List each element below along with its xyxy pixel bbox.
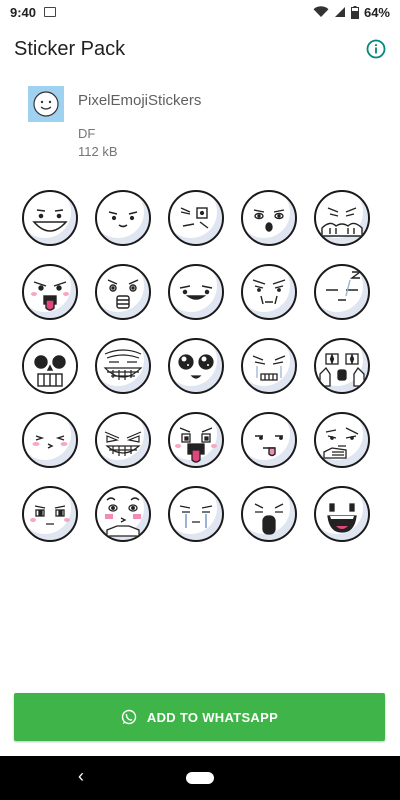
add-to-whatsapp-label: ADD TO WHATSAPP [146, 709, 279, 725]
page-title: Sticker Pack [14, 37, 126, 60]
sticker-surprised[interactable] [95, 264, 151, 320]
sticker-sleepy[interactable] [314, 264, 370, 320]
sticker-teary[interactable] [168, 486, 224, 542]
app-bar: Sticker Pack [0, 24, 400, 74]
info-icon[interactable] [366, 39, 386, 59]
sticker-trollface[interactable] [95, 338, 151, 394]
status-icons: 64% [313, 5, 390, 20]
sticker-facepalm[interactable] [314, 190, 370, 246]
sticker-smirk[interactable] [95, 190, 151, 246]
home-pill[interactable] [186, 772, 214, 784]
sticker-evil-grin[interactable] [95, 412, 151, 468]
sticker-skull[interactable] [22, 338, 78, 394]
pack-header: PixelEmojiStickers DF 112 kB [28, 86, 368, 166]
pack-size: 112 kB [78, 144, 118, 159]
sticker-smug[interactable] [168, 264, 224, 320]
status-bar: 9:40 64% [0, 0, 400, 24]
sticker-sparkle-eyes[interactable] [168, 338, 224, 394]
sticker-worried[interactable] [168, 190, 224, 246]
sticker-crying[interactable] [241, 338, 297, 394]
whatsapp-icon [121, 709, 137, 725]
sticker-laughing[interactable] [314, 486, 370, 542]
battery-percentage: 64% [363, 4, 390, 20]
pack-name: PixelEmojiStickers [78, 92, 202, 109]
wifi-icon [313, 6, 329, 17]
sticker-tongue-bored[interactable] [241, 412, 297, 468]
sticker-blush-hands[interactable] [95, 486, 151, 542]
status-time: 9:40 [10, 4, 37, 20]
pack-tray-icon [28, 86, 64, 122]
sticker-plain-blush[interactable] [22, 486, 78, 542]
sticker-thinking[interactable] [314, 412, 370, 468]
sticker-grin[interactable] [22, 190, 78, 246]
cellular-icon [334, 7, 345, 17]
system-nav-bar: ‹ [0, 756, 400, 800]
sticker-blank-stare[interactable] [241, 190, 297, 246]
sticker-blush-kiss[interactable] [22, 412, 78, 468]
sticker-wail[interactable] [241, 486, 297, 542]
sticker-grid [22, 190, 382, 542]
gallery-notification-icon [44, 7, 57, 17]
pack-author: DF [78, 126, 96, 141]
back-icon[interactable]: ‹ [78, 766, 84, 787]
sticker-tongue-wide-eyes[interactable] [168, 412, 224, 468]
sticker-dismayed[interactable] [241, 264, 297, 320]
sticker-shocked-hands[interactable] [314, 338, 370, 394]
add-to-whatsapp-button[interactable]: ADD TO WHATSAPP [14, 693, 385, 741]
battery-icon [350, 5, 359, 19]
sticker-tongue-out[interactable] [22, 264, 78, 320]
